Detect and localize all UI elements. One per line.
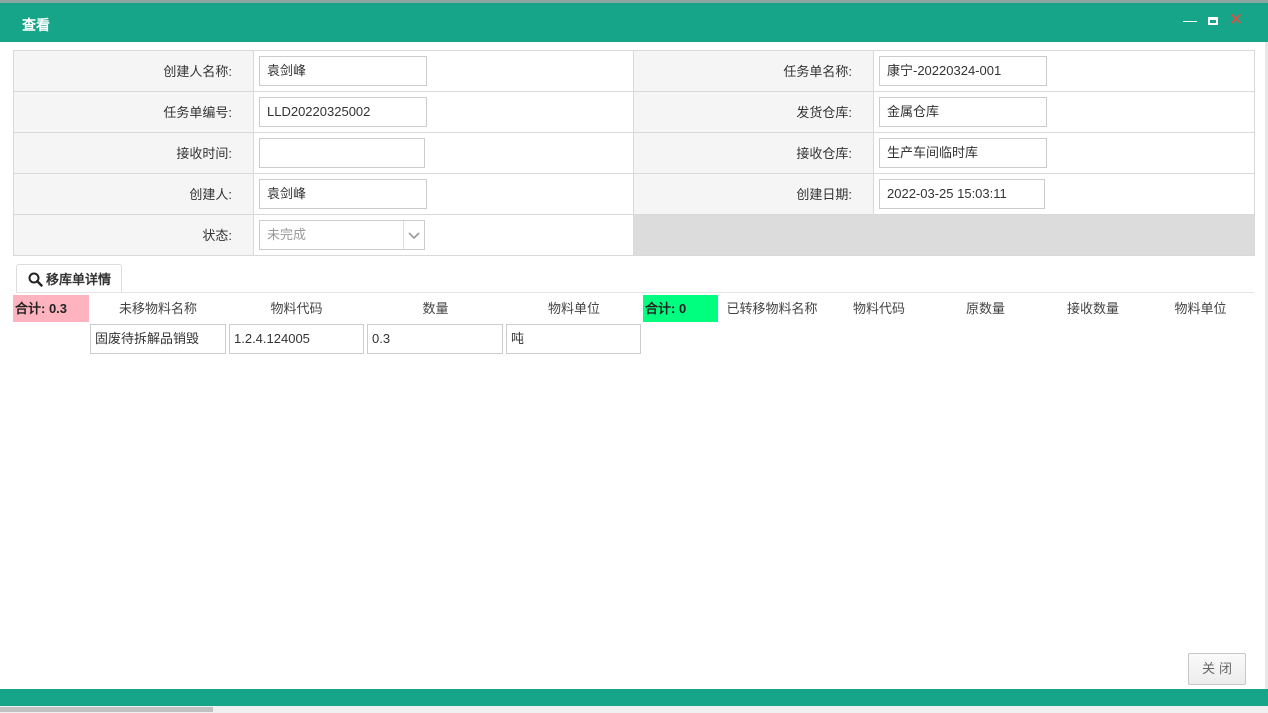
receive-time-field[interactable] bbox=[259, 138, 425, 168]
receive-warehouse-field[interactable]: 生产车间临时库 bbox=[879, 138, 1047, 168]
maximize-button[interactable] bbox=[1205, 12, 1221, 28]
close-window-button[interactable]: ✕ bbox=[1228, 11, 1244, 28]
status-label: 状态: bbox=[14, 215, 254, 256]
row-quantity-field[interactable]: 0.3 bbox=[367, 324, 503, 354]
col-header-untransferred-name: 未移物料名称 bbox=[118, 301, 197, 316]
creator-name-field[interactable]: 袁剑峰 bbox=[259, 56, 427, 86]
creator-label: 创建人: bbox=[14, 174, 254, 215]
task-no-field[interactable]: LLD20220325002 bbox=[259, 97, 427, 127]
col-header-original-quantity: 原数量 bbox=[965, 301, 1005, 316]
window-title: 查看 bbox=[22, 17, 50, 33]
horizontal-scrollbar[interactable] bbox=[0, 706, 1268, 713]
receive-warehouse-label: 接收仓库: bbox=[634, 133, 874, 174]
tab-transfer-detail[interactable]: 移库单详情 bbox=[16, 264, 122, 293]
col-header-unit: 物料单位 bbox=[547, 301, 600, 316]
receive-time-label: 接收时间: bbox=[14, 133, 254, 174]
scrollbar-thumb[interactable] bbox=[0, 707, 213, 712]
create-date-label: 创建日期: bbox=[634, 174, 874, 215]
row-material-code-field[interactable]: 1.2.4.124005 bbox=[229, 324, 364, 354]
maximize-icon bbox=[1208, 17, 1218, 25]
title-bar: 查看 — ✕ bbox=[0, 3, 1268, 42]
col-header-quantity: 数量 bbox=[422, 301, 449, 316]
footer-bar bbox=[0, 689, 1268, 706]
empty-cell bbox=[634, 215, 1255, 256]
search-icon bbox=[28, 272, 43, 287]
tab-label: 移库单详情 bbox=[46, 272, 112, 287]
row-material-name-field[interactable]: 固废待拆解品销毁 bbox=[90, 324, 226, 354]
close-button[interactable]: 关闭 bbox=[1188, 653, 1246, 685]
detail-form: 创建人名称: 袁剑峰 任务单名称: 康宁-20220324-001 任务单编号:… bbox=[13, 50, 1255, 256]
col-header-received-quantity: 接收数量 bbox=[1066, 301, 1119, 316]
col-header-material-code-right: 物料代码 bbox=[852, 301, 905, 316]
creator-field[interactable]: 袁剑峰 bbox=[259, 179, 427, 209]
status-value: 未完成 bbox=[267, 227, 307, 242]
transferred-total: 合计: 0 bbox=[643, 295, 718, 322]
creator-name-label: 创建人名称: bbox=[14, 51, 254, 92]
chevron-down-icon[interactable] bbox=[403, 221, 424, 249]
ship-warehouse-field[interactable]: 金属仓库 bbox=[879, 97, 1047, 127]
status-select[interactable]: 未完成 bbox=[259, 220, 425, 250]
create-date-field[interactable]: 2022-03-25 15:03:11 bbox=[879, 179, 1045, 209]
col-header-unit-right: 物料单位 bbox=[1174, 301, 1227, 316]
task-name-field[interactable]: 康宁-20220324-001 bbox=[879, 56, 1047, 86]
ship-warehouse-label: 发货仓库: bbox=[634, 92, 874, 133]
task-name-label: 任务单名称: bbox=[634, 51, 874, 92]
tab-divider bbox=[16, 292, 1254, 293]
col-header-material-code: 物料代码 bbox=[270, 301, 323, 316]
minimize-button[interactable]: — bbox=[1182, 12, 1198, 28]
row-unit-field[interactable]: 吨 bbox=[506, 324, 641, 354]
col-header-transferred-name: 已转移物料名称 bbox=[726, 301, 818, 316]
task-no-label: 任务单编号: bbox=[14, 92, 254, 133]
untransferred-total: 合计: 0.3 bbox=[13, 295, 89, 322]
